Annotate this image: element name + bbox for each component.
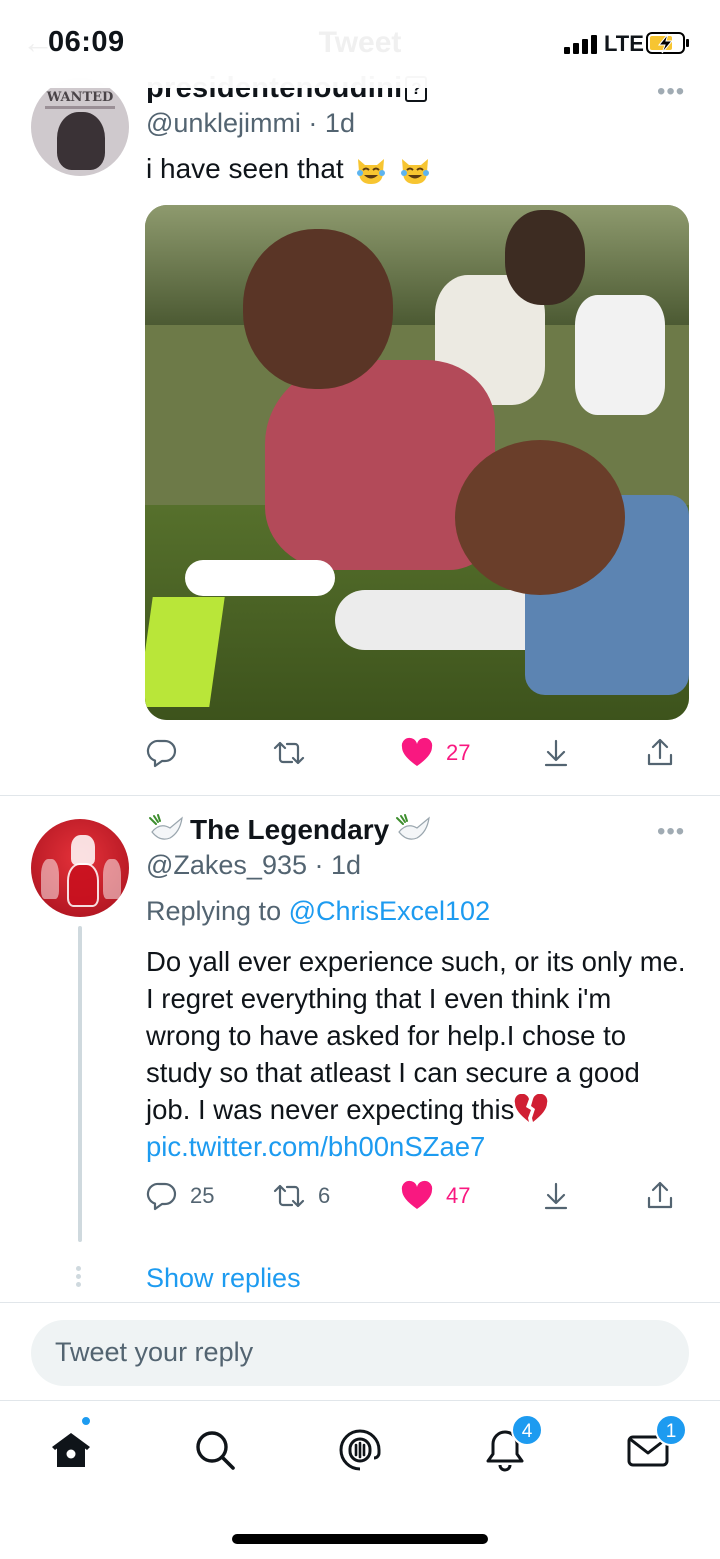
media-link[interactable]: pic.twitter.com/bh00nSZae7 bbox=[146, 1131, 485, 1162]
notifications-badge: 4 bbox=[511, 1414, 543, 1446]
status-time: 06:09 bbox=[48, 26, 125, 58]
share-button[interactable] bbox=[644, 733, 676, 773]
battery-charging-icon bbox=[646, 32, 689, 54]
reply-placeholder: Tweet your reply bbox=[55, 1337, 254, 1367]
home-icon bbox=[52, 1433, 90, 1467]
like-count: 47 bbox=[446, 1183, 471, 1208]
dove-icon bbox=[396, 814, 430, 840]
avatar[interactable]: WANTED bbox=[31, 78, 129, 176]
divider bbox=[0, 1302, 720, 1303]
download-icon bbox=[544, 1182, 568, 1210]
heart-filled-icon bbox=[401, 737, 433, 766]
avatar-figure bbox=[103, 859, 121, 899]
reply-button[interactable]: 25 bbox=[146, 1176, 214, 1216]
tweet-text: Do yall ever experience such, or its onl… bbox=[146, 946, 686, 1162]
home-indicator bbox=[232, 1534, 488, 1544]
thread-dots bbox=[76, 1266, 82, 1287]
reply-icon bbox=[146, 739, 177, 768]
avatar-subtitle-bar bbox=[45, 106, 115, 109]
retweet-icon bbox=[273, 741, 305, 765]
share-icon bbox=[647, 1181, 673, 1209]
divider bbox=[0, 795, 720, 796]
avatar-figure bbox=[67, 863, 99, 907]
photo-laughing-head bbox=[243, 229, 393, 389]
tweet-actions: 27 bbox=[0, 733, 720, 773]
avatar-face bbox=[57, 112, 105, 170]
photo-person-head bbox=[505, 210, 585, 305]
bookmark-download-button[interactable] bbox=[540, 733, 572, 773]
reply-count: 25 bbox=[190, 1183, 215, 1208]
like-button[interactable]: 47 bbox=[400, 1176, 470, 1216]
retweet-button[interactable]: 6 bbox=[272, 1176, 330, 1216]
replying-to-handle-link[interactable]: @ChrisExcel102 bbox=[289, 896, 491, 926]
avatar-figure bbox=[41, 859, 59, 899]
like-count: 27 bbox=[446, 740, 471, 765]
broken-heart-emoji bbox=[515, 1094, 548, 1122]
spaces-icon bbox=[339, 1429, 381, 1471]
share-button[interactable] bbox=[644, 1176, 676, 1216]
retweet-button[interactable] bbox=[272, 733, 318, 773]
share-icon bbox=[647, 738, 673, 766]
tweet-photo[interactable] bbox=[145, 205, 689, 720]
avatar-wanted-text: WANTED bbox=[46, 90, 114, 105]
home-unread-dot bbox=[80, 1415, 92, 1427]
heart-filled-icon bbox=[401, 1180, 433, 1209]
retweet-icon bbox=[273, 1184, 305, 1208]
download-icon bbox=[544, 739, 568, 767]
tweet-text: i have seen that bbox=[146, 153, 431, 186]
retweet-count: 6 bbox=[318, 1183, 331, 1208]
photo-redaction bbox=[185, 560, 335, 596]
dove-icon bbox=[149, 814, 183, 840]
handle-time[interactable]: @Zakes_935 · 1d bbox=[146, 850, 361, 881]
reply-button[interactable] bbox=[146, 733, 190, 773]
reply-input[interactable]: Tweet your reply bbox=[31, 1320, 689, 1386]
status-bar: ← Tweet 06:09 LTE bbox=[0, 0, 720, 88]
reply-icon bbox=[146, 1182, 177, 1211]
joy-cat-emoji bbox=[401, 158, 430, 184]
avatar-figure bbox=[71, 835, 95, 865]
bookmark-download-button[interactable] bbox=[540, 1176, 572, 1216]
signal-icon bbox=[564, 34, 600, 54]
avatar[interactable] bbox=[31, 819, 129, 917]
tweet-actions: 25 6 47 bbox=[0, 1176, 720, 1216]
handle-time[interactable]: @unklejimmi · 1d bbox=[146, 108, 355, 139]
home-tab[interactable] bbox=[46, 1425, 96, 1475]
network-type: LTE bbox=[604, 31, 644, 56]
spaces-tab[interactable] bbox=[335, 1425, 385, 1475]
like-button[interactable]: 27 bbox=[400, 733, 470, 773]
joy-cat-emoji bbox=[357, 158, 386, 184]
photo-person bbox=[575, 295, 665, 415]
replying-to: Replying to @ChrisExcel102 bbox=[146, 896, 491, 926]
messages-badge: 1 bbox=[655, 1414, 687, 1446]
display-name[interactable]: The Legendary bbox=[146, 812, 433, 848]
photo-belly bbox=[455, 440, 625, 595]
more-options-icon[interactable]: ••• bbox=[657, 818, 685, 846]
search-tab[interactable] bbox=[190, 1425, 240, 1475]
search-icon bbox=[196, 1431, 235, 1470]
show-replies-link[interactable]: Show replies bbox=[146, 1263, 301, 1294]
